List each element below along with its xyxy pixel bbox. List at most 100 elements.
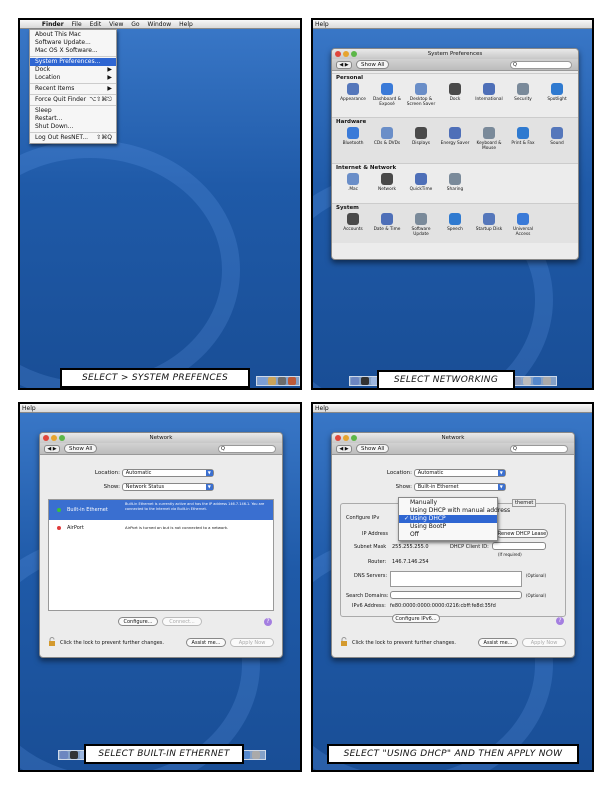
apply-now-button[interactable]: Apply Now xyxy=(522,638,566,647)
pref-pane-date-time[interactable]: Date & Time xyxy=(370,213,404,237)
pref-pane-software-update[interactable]: Software Update xyxy=(404,213,438,237)
back-forward-icon[interactable]: ◀ ▶ xyxy=(336,61,352,69)
menu-item[interactable]: Sleep xyxy=(30,107,116,115)
location-select[interactable]: Automatic ▼ xyxy=(413,469,506,477)
assist-me-button[interactable]: Assist me... xyxy=(478,638,518,647)
dock xyxy=(256,376,300,386)
pref-pane-startup-disk[interactable]: Startup Disk xyxy=(472,213,506,237)
zoom-icon[interactable] xyxy=(351,51,357,57)
pref-pane-international[interactable]: International xyxy=(472,83,506,107)
apply-now-button[interactable]: Apply Now xyxy=(230,638,274,647)
pref-pane-icon xyxy=(517,127,529,139)
dropdown-option[interactable]: Using BootP xyxy=(399,523,497,531)
panel-select-system-preferences: Finder File Edit View Go Window Help Abo… xyxy=(18,18,302,390)
assist-me-button[interactable]: Assist me... xyxy=(186,638,226,647)
pref-pane-energy-saver[interactable]: Energy Saver xyxy=(438,127,472,151)
dhcp-client-id-field[interactable] xyxy=(492,542,546,550)
pref-pane-cds-dvds[interactable]: CDs & DVDs xyxy=(370,127,404,151)
pref-pane-mac[interactable]: .Mac xyxy=(336,173,370,192)
search-domains-field[interactable] xyxy=(390,591,522,599)
help-icon[interactable]: ? xyxy=(264,618,272,626)
pref-pane-accounts[interactable]: Accounts xyxy=(336,213,370,237)
pref-pane-print-fax[interactable]: Print & Fax xyxy=(506,127,540,151)
port-row-airport[interactable]: AirPort AirPort is turned on but is not … xyxy=(49,520,273,536)
lock-icon[interactable] xyxy=(48,637,56,646)
pref-section: Hardware Bluetooth CDs & DVDs Displays Energ… xyxy=(336,119,574,151)
search-input[interactable]: Q xyxy=(510,61,572,69)
menu-window[interactable]: Window xyxy=(148,21,172,28)
location-select[interactable]: Automatic ▼ xyxy=(121,469,214,477)
menu-item[interactable]: Force Quit Finder ⌥⇧⌘⎋ xyxy=(30,96,116,104)
pref-pane-dashboard-expos[interactable]: Dashboard & Exposé xyxy=(370,83,404,107)
pref-pane-desktop-screen-saver[interactable]: Desktop & Screen Saver xyxy=(404,83,438,107)
pref-pane-security[interactable]: Security xyxy=(506,83,540,107)
lock-icon[interactable] xyxy=(340,637,348,646)
close-icon[interactable] xyxy=(335,435,341,441)
pref-pane-quicktime[interactable]: QuickTime xyxy=(404,173,438,192)
renew-dhcp-lease-button[interactable]: Renew DHCP Lease xyxy=(496,529,548,538)
menu-go[interactable]: Go xyxy=(131,21,139,28)
dropdown-option[interactable]: ✓Using DHCP xyxy=(399,515,497,523)
minimize-icon[interactable] xyxy=(51,435,57,441)
pref-pane-appearance[interactable]: Appearance xyxy=(336,83,370,107)
tab-ethernet[interactable]: thernet xyxy=(512,499,537,507)
pref-pane-label: Startup Disk xyxy=(475,227,503,232)
menu-finder[interactable]: Finder xyxy=(42,21,64,28)
pref-pane-speech[interactable]: Speech xyxy=(438,213,472,237)
minimize-icon[interactable] xyxy=(343,435,349,441)
pref-pane-spotlight[interactable]: Spotlight xyxy=(540,83,574,107)
pref-pane-network[interactable]: Network xyxy=(370,173,404,192)
menu-help[interactable]: Help xyxy=(315,21,329,28)
dropdown-option[interactable]: Using DHCP with manual address xyxy=(399,507,510,515)
menu-item[interactable]: System Preferences... xyxy=(30,58,116,66)
menu-item[interactable]: Location ▶ xyxy=(30,74,116,82)
menu-edit[interactable]: Edit xyxy=(90,21,102,28)
menu-item[interactable]: Shut Down... xyxy=(30,123,116,131)
dropdown-option[interactable]: Manually xyxy=(399,499,497,507)
menu-item[interactable]: About This Mac xyxy=(30,31,116,39)
pref-pane-displays[interactable]: Displays xyxy=(404,127,438,151)
show-all-button[interactable]: Show All xyxy=(356,60,390,69)
port-row-ethernet[interactable]: Built-in Ethernet Built-in Ethernet is c… xyxy=(49,500,273,520)
menu-view[interactable]: View xyxy=(109,21,123,28)
pref-pane-sound[interactable]: Sound xyxy=(540,127,574,151)
menu-file[interactable]: File xyxy=(72,21,82,28)
back-forward-icon[interactable]: ◀ ▶ xyxy=(44,445,60,453)
show-select[interactable]: Network Status ▼ xyxy=(121,483,214,491)
menu-item[interactable]: Recent Items ▶ xyxy=(30,85,116,93)
menu-item[interactable]: Mac OS X Software... xyxy=(30,47,116,55)
dns-optional-note: (Optional) xyxy=(526,573,547,578)
back-forward-icon[interactable]: ◀ ▶ xyxy=(336,445,352,453)
menu-item[interactable]: Dock ▶ xyxy=(30,66,116,74)
search-input[interactable]: Q xyxy=(510,445,568,453)
show-select[interactable]: Built-in Ethernet ▼ xyxy=(413,483,506,491)
minimize-icon[interactable] xyxy=(343,51,349,57)
pref-pane-bluetooth[interactable]: Bluetooth xyxy=(336,127,370,151)
close-icon[interactable] xyxy=(43,435,49,441)
pref-pane-icon xyxy=(517,213,529,225)
dns-servers-field[interactable] xyxy=(390,571,522,587)
menu-item[interactable]: Log Out ResNET... ⇧⌘Q xyxy=(30,134,116,142)
menu-item[interactable]: Restart... xyxy=(30,115,116,123)
menu-help[interactable]: Help xyxy=(315,405,329,412)
configure-button[interactable]: Configure... xyxy=(118,617,158,626)
help-icon[interactable]: ? xyxy=(556,617,564,625)
search-input[interactable]: Q xyxy=(218,445,276,453)
menu-help[interactable]: Help xyxy=(22,405,36,412)
dropdown-option[interactable]: Off xyxy=(399,531,497,539)
show-all-button[interactable]: Show All xyxy=(356,444,390,453)
menu-item[interactable]: Software Update... xyxy=(30,39,116,47)
zoom-icon[interactable] xyxy=(351,435,357,441)
show-all-button[interactable]: Show All xyxy=(64,444,98,453)
connect-button[interactable]: Connect... xyxy=(162,617,202,626)
pref-pane-icon xyxy=(415,173,427,185)
menu-bar: Help xyxy=(20,404,300,413)
pref-pane-dock[interactable]: Dock xyxy=(438,83,472,107)
configure-ipv6-button[interactable]: Configure IPv6... xyxy=(392,614,440,623)
pref-pane-sharing[interactable]: Sharing xyxy=(438,173,472,192)
close-icon[interactable] xyxy=(335,51,341,57)
zoom-icon[interactable] xyxy=(59,435,65,441)
pref-pane-universal-access[interactable]: Universal Access xyxy=(506,213,540,237)
menu-help[interactable]: Help xyxy=(179,21,193,28)
pref-pane-keyboard-mouse[interactable]: Keyboard & Mouse xyxy=(472,127,506,151)
